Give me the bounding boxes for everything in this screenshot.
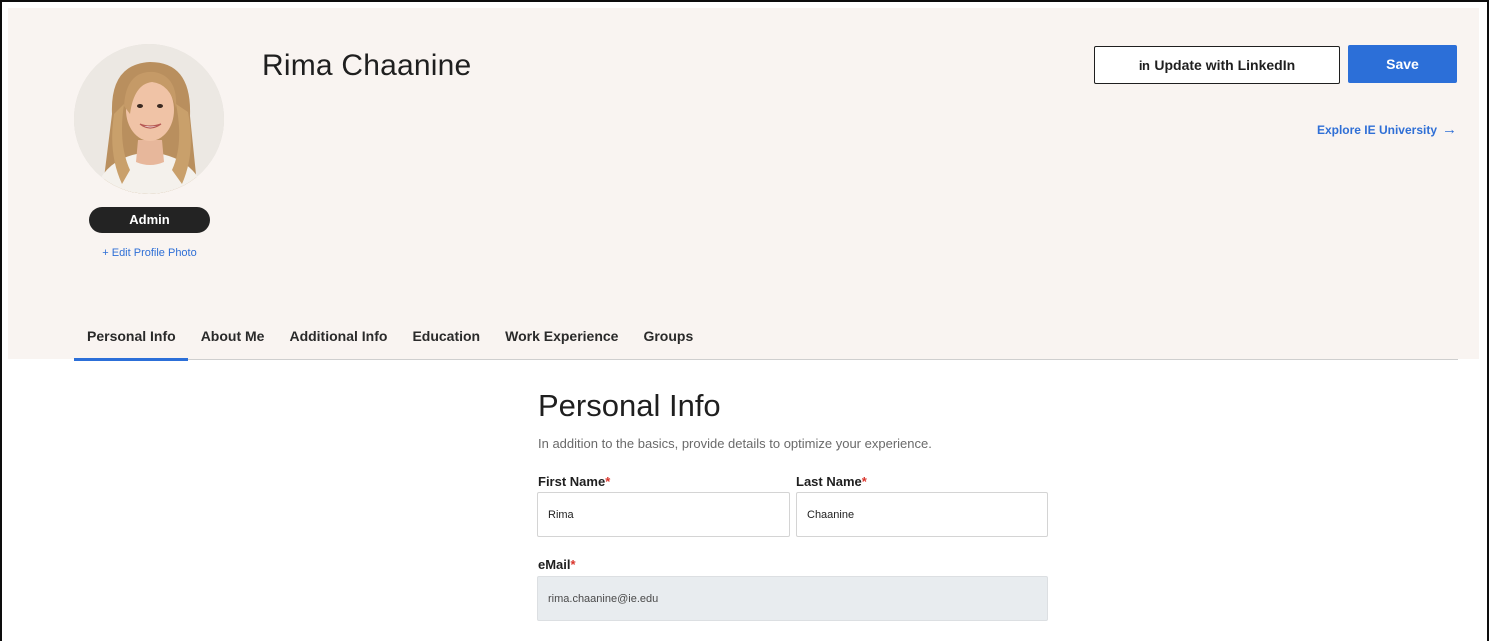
edit-profile-photo-link[interactable]: + Edit Profile Photo	[89, 247, 210, 259]
section-title: Personal Info	[538, 388, 721, 423]
profile-name: Rima Chaanine	[262, 49, 472, 82]
arrow-right-icon: →	[1442, 121, 1457, 138]
avatar-photo	[74, 44, 224, 194]
profile-tabs: Personal Info About Me Additional Info E…	[74, 322, 1458, 361]
last-name-label-text: Last Name	[796, 474, 862, 489]
first-name-label-text: First Name	[538, 474, 606, 489]
linkedin-button-label: Update with LinkedIn	[1154, 57, 1296, 73]
tab-personal-info[interactable]: Personal Info	[74, 322, 188, 361]
last-name-label: Last Name*	[796, 474, 867, 489]
explore-ie-university-link[interactable]: Explore IE University →	[1316, 121, 1457, 138]
first-name-field[interactable]	[537, 492, 790, 537]
update-with-linkedin-button[interactable]: in Update with LinkedIn	[1094, 46, 1340, 84]
required-mark: *	[570, 557, 576, 572]
last-name-field[interactable]	[796, 492, 1048, 537]
required-mark: *	[861, 474, 867, 489]
tab-groups[interactable]: Groups	[643, 322, 693, 360]
tab-additional-info[interactable]: Additional Info	[289, 322, 387, 360]
explore-link-label: Explore IE University	[1316, 123, 1437, 137]
linkedin-icon: in	[1138, 57, 1150, 73]
email-label-text: eMail	[538, 557, 571, 572]
role-badge: Admin	[89, 207, 210, 233]
avatar	[74, 44, 224, 194]
tab-education[interactable]: Education	[412, 322, 480, 360]
save-button[interactable]: Save	[1348, 45, 1457, 83]
email-field[interactable]	[537, 576, 1048, 621]
email-label: eMail*	[538, 557, 576, 572]
required-mark: *	[605, 474, 611, 489]
first-name-label: First Name*	[538, 474, 610, 489]
tab-about-me[interactable]: About Me	[201, 322, 265, 360]
tab-work-experience[interactable]: Work Experience	[505, 322, 618, 360]
section-description: In addition to the basics, provide detai…	[538, 436, 932, 451]
